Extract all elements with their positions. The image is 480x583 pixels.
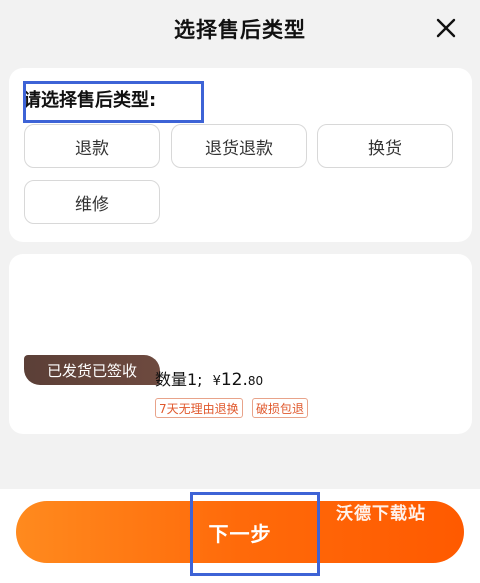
product-card: 已发货已签收 数量1; ¥12.80 7天无理由退换 破损包退 <box>9 254 472 434</box>
tag-7day-return: 7天无理由退换 <box>155 398 243 418</box>
status-badge: 已发货已签收 <box>24 355 160 385</box>
price-integer: 12. <box>220 370 248 390</box>
type-option-exchange[interactable]: 换货 <box>317 124 453 168</box>
type-option-refund[interactable]: 退款 <box>24 124 160 168</box>
quantity-text: 数量1; <box>155 370 203 389</box>
type-option-return-refund[interactable]: 退货退款 <box>171 124 307 168</box>
page-title: 选择售后类型 <box>174 18 306 42</box>
quantity-price-line: 数量1; ¥12.80 <box>155 366 263 390</box>
tag-damage-return: 破损包退 <box>252 398 309 418</box>
type-section-label: 请选择售后类型: <box>23 90 157 111</box>
type-option-repair[interactable]: 维修 <box>24 180 160 224</box>
price-symbol: ¥ <box>212 374 221 389</box>
after-sale-type-card: 请选择售后类型: 退款 退货退款 换货 维修 <box>9 68 472 242</box>
next-step-button[interactable]: 下一步 <box>16 501 464 563</box>
close-icon[interactable] <box>434 16 458 40</box>
header-bar: 选择售后类型 <box>0 0 480 56</box>
price-decimal: 80 <box>247 374 264 388</box>
